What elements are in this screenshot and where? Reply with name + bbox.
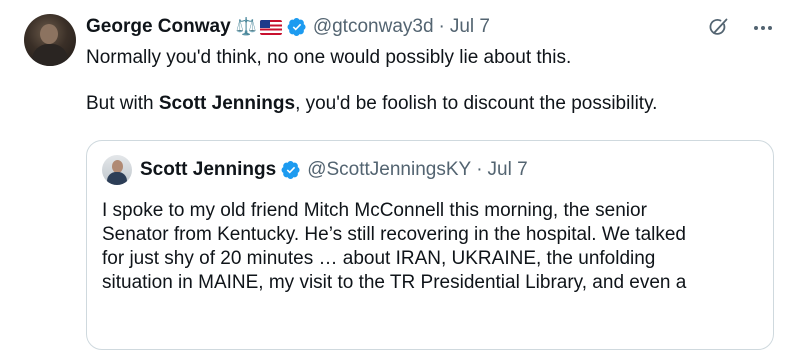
us-flag-icon <box>259 19 282 35</box>
tweet-text-suffix: , you'd be foolish to discount the possi… <box>295 93 658 114</box>
tweet-date[interactable]: Jul 7 <box>450 16 490 38</box>
quoted-separator-dot: · <box>476 159 483 180</box>
separator-dot: · <box>438 16 445 37</box>
tweet-text-prefix: But with <box>86 93 159 114</box>
verified-badge-icon[interactable] <box>287 17 307 37</box>
tweet-body: Normally you'd think, no one would possi… <box>86 46 776 116</box>
tweet-actions <box>706 16 774 40</box>
quoted-text-line: I spoke to my old friend Mitch McConnell… <box>102 200 647 221</box>
quoted-verified-badge-icon <box>281 161 300 179</box>
quoted-tweet-body: I spoke to my old friend Mitch McConnell… <box>102 199 752 295</box>
quoted-text-line: situation in MAINE, my visit to the TR P… <box>102 272 687 293</box>
avatar-body <box>32 44 68 66</box>
avatar-head <box>40 24 58 44</box>
author-name[interactable]: George Conway <box>86 16 231 38</box>
more-icon[interactable] <box>752 17 774 39</box>
tweet-text-line2: But with Scott Jennings, you'd be foolis… <box>86 92 776 116</box>
grok-icon[interactable] <box>706 16 730 40</box>
quoted-text-line: for just shy of 20 minutes … about IRAN,… <box>102 248 656 269</box>
quoted-author-avatar <box>102 155 132 185</box>
scales-emoji: ⚖️ <box>235 17 257 36</box>
author-avatar[interactable] <box>24 14 76 66</box>
tweet-text-line1: Normally you'd think, no one would possi… <box>86 47 572 68</box>
quoted-tweet-header: Scott Jennings @ScottJenningsKY · Jul 7 <box>102 155 528 185</box>
mention-bold-name: Scott Jennings <box>158 93 296 114</box>
quoted-author-handle: @ScottJenningsKY <box>307 159 472 180</box>
quoted-author-name: Scott Jennings <box>140 159 277 180</box>
quoted-text-line: Senator from Kentucky. He’s still recove… <box>102 224 686 245</box>
quoted-tweet-card[interactable]: Scott Jennings @ScottJenningsKY · Jul 7 … <box>86 140 774 350</box>
tweet-header: George Conway ⚖️ @gtconway3d · Jul 7 <box>86 14 490 40</box>
quoted-avatar-body <box>107 172 127 185</box>
quoted-tweet-date: Jul 7 <box>487 159 528 180</box>
author-handle[interactable]: @gtconway3d <box>313 16 434 38</box>
